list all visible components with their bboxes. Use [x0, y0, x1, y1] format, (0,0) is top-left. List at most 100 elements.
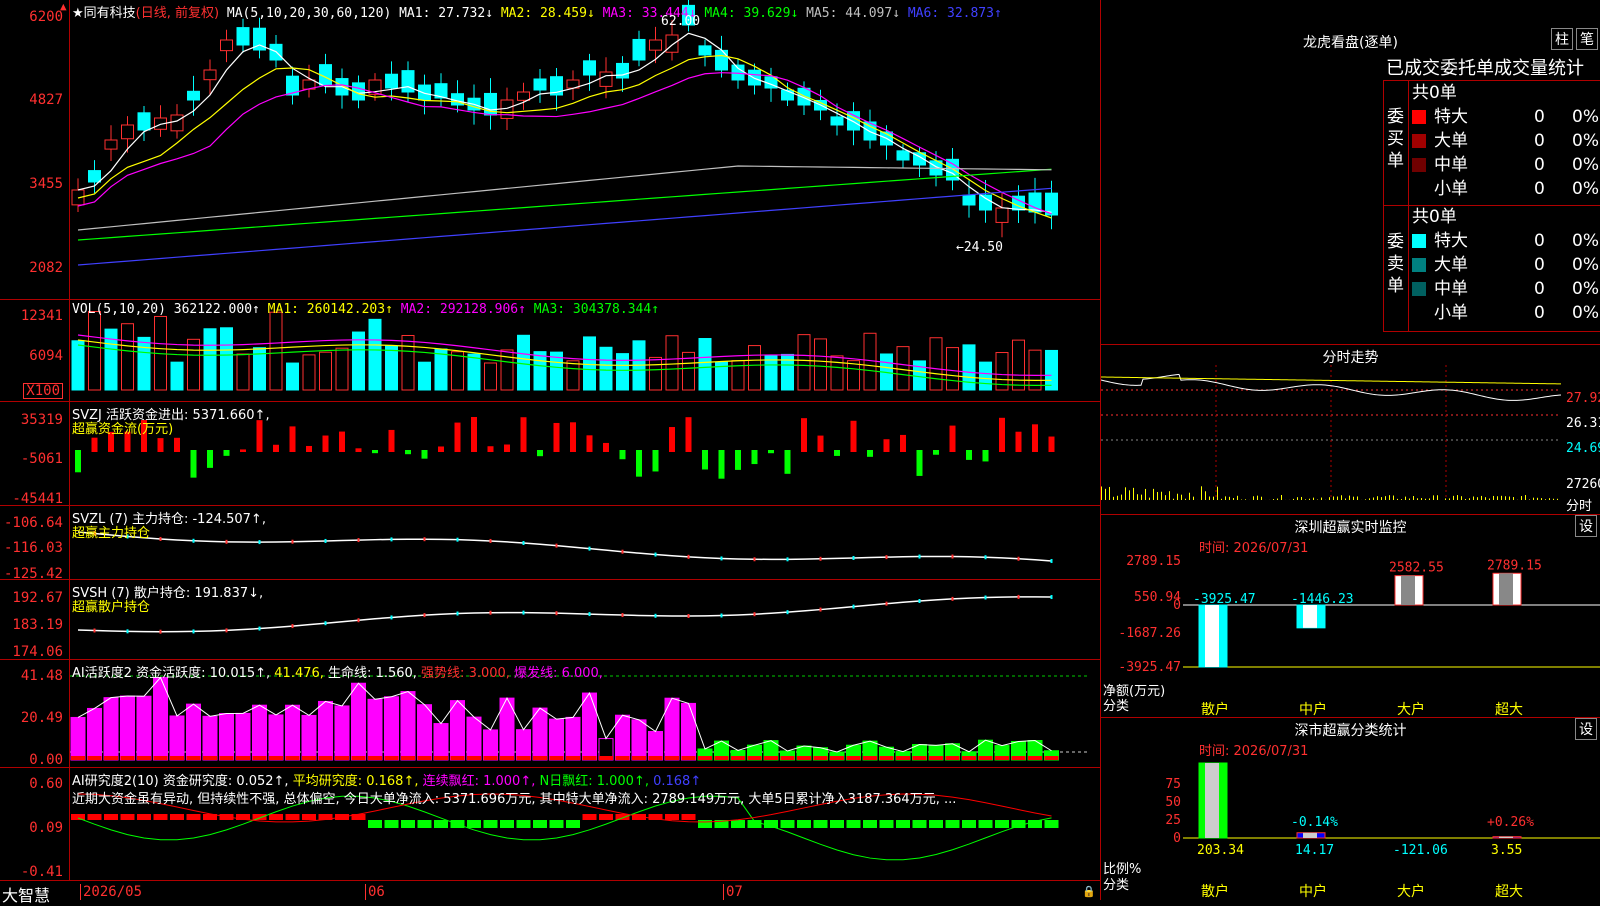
activity-base [517, 756, 531, 760]
activity-bar [632, 720, 646, 760]
intraday-volume-bar [1489, 499, 1490, 500]
volume-bar [320, 352, 332, 390]
price-panel[interactable]: 6200 4827 3455 2082 ★同有科技(日线, 前复权) MA(5,… [0, 0, 1100, 300]
candle-body [518, 92, 530, 100]
intraday-volume-bar [1145, 489, 1146, 500]
intraday-volume-bar [1113, 497, 1114, 500]
candle-body [419, 85, 431, 100]
volume-bar [485, 363, 497, 390]
activity-bar [434, 724, 448, 760]
fund-flow-bar [273, 445, 279, 452]
holding-tick [853, 605, 855, 609]
volume-panel[interactable]: 12341 6094 X100 VOL(5,10,20) 362122.000↑… [0, 300, 1100, 402]
order-pct: 0% [1572, 229, 1599, 253]
research-bar [913, 820, 927, 828]
sz-monitor-panel[interactable]: 深圳超赢实时监控 设 时间: 2026/07/31 2789.15550.940… [1100, 515, 1600, 718]
activity-base [286, 756, 300, 760]
holding-tick [820, 608, 822, 612]
sz-class-chart[interactable]: 7550250203.34散户-0.14%14.17中户-121.06大户+0.… [1101, 718, 1600, 900]
intraday-volume-bar [1101, 486, 1102, 500]
sell-orders-label: 委卖单 [1387, 231, 1405, 297]
intraday-volume-bar [1225, 496, 1226, 500]
category-label: 中户 [1299, 701, 1327, 718]
intraday-chart[interactable] [1101, 345, 1600, 515]
research-bar [995, 820, 1009, 828]
intraday-volume-bar [1377, 496, 1378, 500]
intraday-volume-bar [1385, 496, 1386, 500]
order-pct: 0% [1572, 105, 1599, 129]
intraday-axis-label: 27.92 [1566, 391, 1600, 406]
activity-bar [352, 683, 366, 760]
activity-base [731, 756, 745, 760]
volume-bar [138, 337, 150, 390]
holding-tick [655, 614, 657, 618]
activity-bar [220, 714, 234, 760]
intraday-volume-bar [1497, 496, 1498, 500]
fund-flow-bar [570, 422, 576, 452]
brand-logo[interactable]: 大智慧 [2, 882, 50, 906]
chart-mode[interactable]: (日线, 前复权) [136, 6, 219, 21]
ai-activity-header: AI活跃度2 资金活跃度: 10.015↑, 41.476, 生命线: 1.56… [72, 662, 603, 681]
research-bar [781, 820, 795, 828]
intraday-volume-bar [1165, 495, 1166, 500]
holding-tick [721, 556, 723, 560]
candle-body [749, 70, 761, 85]
intraday-panel[interactable]: 分时走势 27.92 26.31 24.69 27260 分时 [1100, 345, 1600, 515]
fund-flow-bar [768, 450, 774, 453]
volume-bar [584, 337, 596, 390]
fund-flow-bar [966, 450, 972, 460]
lock-icon[interactable]: 🔒 [1082, 885, 1096, 898]
order-size-label: 特大 [1434, 107, 1468, 127]
ai-research-panel[interactable]: 0.60 0.09 -0.41 AI研究度2(10) 资金研究度: 0.052↑… [0, 768, 1100, 880]
net-amount-label: 2582.55 [1389, 561, 1444, 576]
sz-monitor-chart[interactable]: 2789.15550.940-1687.26-3925.47-3925.47散户… [1101, 515, 1600, 718]
category-label: 中户 [1299, 883, 1327, 900]
fund-flow-panel[interactable]: 35319 -5061 -45441 SVZJ 活跃资金进出: 5371.660… [0, 402, 1100, 506]
research-bar [253, 814, 267, 820]
intraday-volume-bar [1437, 495, 1438, 500]
activity-base [665, 756, 679, 760]
fund-flow-bar [207, 450, 213, 468]
research-bar [682, 814, 696, 820]
activity-bar [335, 706, 349, 760]
intraday-volume-bar [1293, 499, 1294, 500]
ratio-value-label: 203.34 [1197, 843, 1244, 858]
sz-class-panel[interactable]: 深市超赢分类统计 设 时间: 2026/07/31 7550250203.34散… [1100, 718, 1600, 900]
main-holding-panel[interactable]: -106.64 -116.03 -125.42 SVZL (7) 主力持仓: -… [0, 506, 1100, 580]
holding-tick [1051, 559, 1053, 563]
stock-name[interactable]: ★同有科技 [72, 6, 136, 21]
tick-view-button[interactable]: 笔 [1576, 28, 1598, 50]
fund-flow-bar [884, 439, 890, 452]
fund-flow-bar [834, 450, 840, 456]
activity-base [1028, 756, 1042, 760]
activity-bar [467, 717, 481, 760]
order-count: 0 [1534, 153, 1545, 177]
sz-monitor-axis-label: -3925.47 [1118, 660, 1181, 675]
intraday-volume-bar [1389, 495, 1390, 500]
sz-class-axis-label: 25 [1165, 813, 1181, 828]
activity-bar [368, 699, 382, 760]
fund-flow-bar [1016, 432, 1022, 452]
color-swatch [1412, 258, 1426, 272]
intraday-volume-bar [1333, 496, 1334, 500]
panel-arrow-icon[interactable]: ▲ [60, 0, 67, 13]
activity-base [649, 756, 663, 760]
fund-flow-bar [224, 450, 230, 456]
candlestick-chart[interactable] [0, 0, 1100, 300]
candle-body [716, 50, 728, 70]
fund-flow-bar [752, 450, 758, 464]
volume-header: VOL(5,10,20) 362122.000↑ MA1: 260142.203… [72, 302, 659, 317]
intraday-volume-bar [1433, 495, 1434, 500]
ai-activity-panel[interactable]: 41.48 20.49 0.00 AI活跃度2 资金活跃度: 10.015↑, … [0, 660, 1100, 768]
intraday-volume-bar [1525, 495, 1526, 500]
holding-tick [820, 557, 822, 561]
activity-base [583, 756, 597, 760]
retail-holding-panel[interactable]: 192.67 183.19 174.06 SVSH (7) 散户持仓: 191.… [0, 580, 1100, 660]
activity-base [550, 756, 564, 760]
holding-tick [325, 621, 327, 625]
intraday-volume-bar [1137, 494, 1138, 500]
holding-tick [226, 540, 228, 544]
fund-flow-bar [702, 450, 708, 469]
intraday-volume-bar [1309, 499, 1310, 500]
bar-view-button[interactable]: 柱 [1551, 28, 1573, 50]
